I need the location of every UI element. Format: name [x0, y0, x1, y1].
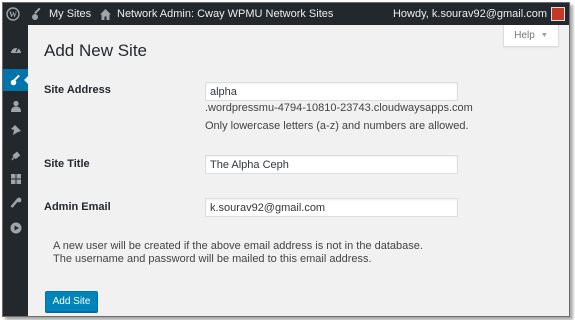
main-content: Help ▼ Add New Site Site Address alpha .…: [28, 25, 569, 316]
wordpress-logo-icon[interactable]: W: [6, 3, 24, 25]
admin-email-input[interactable]: k.sourav92@gmail.com: [205, 198, 458, 217]
key-icon[interactable]: [3, 69, 29, 91]
add-site-button[interactable]: Add Site: [45, 291, 98, 312]
site-title-label: Site Title: [44, 158, 90, 170]
site-address-hint: Only lowercase letters (a-z) and numbers…: [205, 120, 469, 132]
home-icon: [99, 8, 112, 21]
user-account-menu[interactable]: Howdy, k.sourav92@gmail.com: [393, 3, 547, 25]
home-key-icon: [31, 7, 44, 21]
site-address-label: Site Address: [44, 84, 111, 96]
caret-down-icon: ▼: [540, 32, 548, 39]
help-label: Help: [514, 30, 535, 41]
screenshot-frame: W My Sites Network Admin: Cway WPMU Netw…: [0, 0, 575, 320]
admin-side-menu: [3, 25, 29, 316]
network-admin-menu[interactable]: Network Admin: Cway WPMU Network Sites: [99, 3, 333, 25]
dashboard-icon[interactable]: [3, 39, 28, 61]
svg-text:W: W: [9, 10, 17, 19]
network-admin-label: Network Admin: Cway WPMU Network Sites: [117, 8, 334, 20]
avatar[interactable]: [551, 7, 565, 21]
page-title: Add New Site: [44, 41, 147, 60]
help-tab[interactable]: Help ▼: [503, 25, 559, 47]
info-line-2: The username and password will be mailed…: [53, 253, 372, 265]
site-address-input[interactable]: alpha: [205, 82, 458, 101]
info-line-1: A new user will be created if the above …: [53, 240, 423, 252]
site-title-input[interactable]: The Alpha Ceph: [205, 155, 458, 174]
plugin-icon[interactable]: [3, 144, 28, 166]
wrench-icon[interactable]: [3, 192, 28, 214]
domain-suffix: .wordpressmu-4794-10810-23743.cloudwaysa…: [205, 102, 473, 114]
my-sites-menu[interactable]: My Sites: [31, 3, 91, 25]
pin-icon[interactable]: [3, 119, 28, 141]
howdy-label: Howdy, k.sourav92@gmail.com: [392, 8, 547, 20]
admin-email-label: Admin Email: [44, 201, 111, 213]
my-sites-label: My Sites: [49, 8, 92, 20]
play-circle-icon[interactable]: [3, 217, 28, 239]
user-icon[interactable]: [3, 95, 28, 117]
grid-icon[interactable]: [3, 168, 28, 190]
browser-viewport: W My Sites Network Admin: Cway WPMU Netw…: [2, 2, 570, 317]
admin-bar: W My Sites Network Admin: Cway WPMU Netw…: [3, 3, 569, 25]
